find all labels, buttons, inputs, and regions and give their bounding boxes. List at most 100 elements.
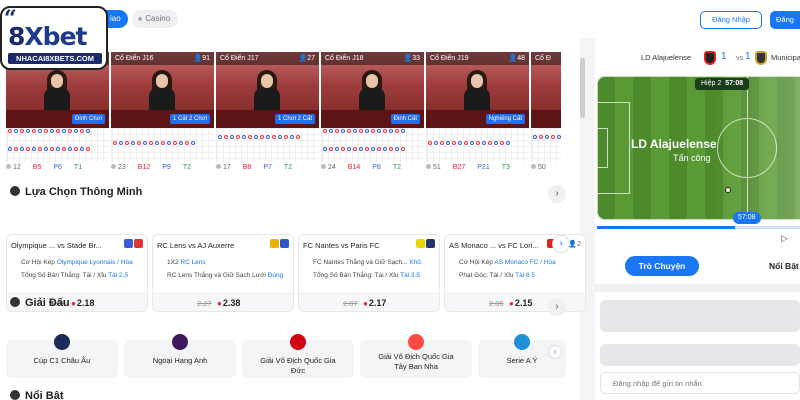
league-card[interactable]: Giải Vô Địch Quốc Gia Đức [242, 334, 354, 378]
dealer-video[interactable]: Cổ Điển J17 👤27 1 Chơi 2 Cất [216, 52, 319, 128]
road-dot [125, 141, 129, 145]
casino-table-card[interactable]: Cổ Đ 50 [531, 52, 561, 174]
road-dot [401, 129, 405, 133]
tab-live-sports[interactable]: iao [106, 10, 128, 28]
road-dot [383, 129, 387, 133]
star-icon [10, 390, 20, 400]
road-dot [14, 147, 18, 151]
table-header: Cổ Điển J17 👤27 [216, 52, 319, 65]
road-dot [131, 141, 135, 145]
league-logo-icon [54, 334, 70, 350]
main-scrollbar[interactable] [580, 58, 585, 118]
play-icon[interactable]: ▷ [781, 233, 788, 244]
new-odd: ●2.17 [363, 298, 386, 308]
chat-skeleton-1 [600, 300, 800, 332]
road-dot [224, 135, 228, 139]
casino-table-card[interactable]: Cổ Điển J19 👤48 Nghiêng Cất 51 B27 P21 T3 [426, 52, 529, 174]
road-dot [494, 141, 498, 145]
road-dot [32, 147, 36, 151]
league-name: Ngoại Hạng Anh [152, 356, 208, 365]
dealer-video[interactable]: Cổ Đ [531, 52, 561, 128]
bead-road [426, 128, 529, 162]
league-card[interactable]: Cúp C1 Châu Âu [6, 334, 118, 378]
dealer-video[interactable]: Cổ Điển J16 👤91 1 Cất 2 Chơi [111, 52, 214, 128]
login-button[interactable]: Đăng Nhập [700, 11, 762, 29]
tab-casino[interactable]: ♠ Casino [132, 10, 179, 28]
road-pattern-badge: 1 Cất 2 Chơi [170, 114, 210, 124]
smart-pick-card[interactable]: RC Lens vs AJ Auxerre 1X2 RC Lens RC Lens … [152, 234, 294, 312]
tab-highlights[interactable]: Nổi Bật [769, 261, 799, 271]
road-dot [119, 141, 123, 145]
road-dot [323, 129, 327, 133]
casino-table-card[interactable]: Cổ Điển J17 👤27 1 Chơi 2 Cất 17 B8 P7 T2 [216, 52, 319, 174]
leagues-next-button[interactable]: › [548, 298, 566, 316]
road-dot [557, 135, 561, 139]
table-stats: 24 B14 P8 T2 [321, 162, 424, 174]
casino-table-row: Cổ Điển J15👤86Đinh Chơi12B5P6T1Cổ Điển J… [6, 52, 566, 174]
round-icon [6, 164, 11, 169]
table-stat: P6 [53, 164, 68, 171]
flame-icon: ● [217, 299, 222, 308]
section-highlights: Nổi Bật [10, 390, 64, 400]
brand-logo[interactable]: “ 8Xbet NHACAI8XBETS.COM [0, 6, 108, 70]
user-icon: 👤 [403, 55, 413, 62]
dealer-video[interactable]: Cổ Điển J18 👤33 Đinh Cất [321, 52, 424, 128]
section-leagues: Giải Đấu [10, 297, 70, 309]
road-dot [236, 135, 240, 139]
home-flag-icon [270, 239, 279, 248]
road-dot [68, 129, 72, 133]
player-count-value: 48 [517, 55, 525, 62]
table-stat: 50 [531, 164, 552, 171]
casino-table-card[interactable]: Cổ Điển J18 👤33 Đinh Cất 24 B14 P8 T2 [321, 52, 424, 174]
table-stat-value: 51 [433, 164, 441, 171]
leagues-scroll-right[interactable]: › [548, 345, 562, 359]
road-dot [365, 129, 369, 133]
road-dot [161, 141, 165, 145]
chat-input[interactable] [600, 372, 800, 394]
main-content: Cổ Điển J15👤86Đinh Chơi12B5P6T1Cổ Điển J… [0, 38, 586, 400]
bet-line-2-label: Tổng Số Bàn Thắng: Tài / Xỉu [313, 272, 401, 279]
smart-picks-scroll-right[interactable]: › [552, 235, 570, 253]
road-dot [506, 141, 510, 145]
odds-button[interactable]: 2.27 ●2.38 [153, 293, 293, 311]
road-dot [464, 141, 468, 145]
road-dot [185, 141, 189, 145]
tab-chat[interactable]: Trò Chuyện [625, 256, 699, 276]
odds-button[interactable]: 2.07 ●2.17 [299, 293, 439, 311]
user-icon: 👤 [298, 55, 308, 62]
casino-table-card[interactable]: Cổ Điển J16 👤91 1 Cất 2 Chơi 23 B12 P9 T2 [111, 52, 214, 174]
table-stats: 17 B8 P7 T2 [216, 162, 319, 174]
road-dot [50, 147, 54, 151]
bet-line-2: Phạt Góc: Tài / Xỉu Tài 8.5 [459, 272, 535, 279]
away-crest-icon [755, 51, 767, 65]
road-dot [74, 129, 78, 133]
home-team-name: LD Alajuelense [641, 53, 692, 62]
attack-status: Tấn công [673, 153, 711, 163]
match-progress-fill [597, 226, 736, 229]
road-dot [335, 129, 339, 133]
road-dot [395, 147, 399, 151]
smart-pick-card[interactable]: FC Nantes vs Paris FC FC Nantes Thắng và … [298, 234, 440, 312]
table-name: Cổ Đ [535, 55, 551, 62]
dealer-video[interactable]: Cổ Điển J19 👤48 Nghiêng Cất [426, 52, 529, 128]
road-dot [401, 147, 405, 151]
register-button[interactable]: Đăng [770, 11, 800, 29]
road-dot [20, 147, 24, 151]
league-card[interactable]: Giải Vô Địch Quốc Gia Tây Ban Nha [360, 334, 472, 378]
table-stat-value: 17 [223, 164, 231, 171]
table-stat-value: P9 [162, 164, 171, 171]
league-card[interactable]: Ngoại Hạng Anh [124, 334, 236, 378]
table-stat-value: T2 [283, 164, 293, 171]
user-icon: 👤 [508, 55, 518, 62]
dealer-figure [359, 70, 385, 112]
road-pattern-badge: Đinh Chơi [72, 114, 105, 124]
player-count-value: 27 [307, 55, 315, 62]
road-dot [113, 141, 117, 145]
logo-wordmark: 8Xbet [8, 22, 87, 51]
road-dot [545, 135, 549, 139]
casino-table-card[interactable]: Cổ Điển J15👤86Đinh Chơi12B5P6T1 [6, 52, 109, 174]
bet-line-2-label: RC Lens Thắng và Giữ Sạch Lưới [167, 272, 268, 279]
road-dot [179, 141, 183, 145]
player-count: 👤27 [298, 52, 315, 65]
smart-picks-next-button[interactable]: › [548, 185, 566, 203]
